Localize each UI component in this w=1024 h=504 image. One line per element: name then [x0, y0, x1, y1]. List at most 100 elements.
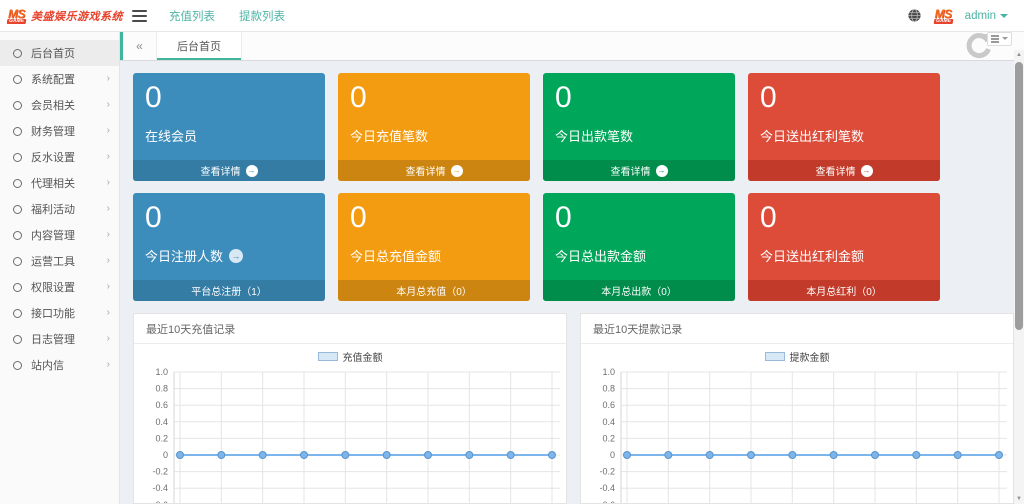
- svg-text:0.8: 0.8: [155, 384, 168, 394]
- chevron-right-icon: ›: [107, 334, 110, 344]
- sidebar-item-label: 内容管理: [31, 227, 75, 243]
- chevron-right-icon: ›: [107, 74, 110, 84]
- user-ms-logo-banner: GAME: [933, 19, 953, 24]
- sidebar-item[interactable]: 反水设置 ›: [0, 144, 119, 170]
- chevron-right-icon: ›: [107, 178, 110, 188]
- top-header: MS GAME 美盛娱乐游戏系统 充值列表 提款列表 MS GAME admin: [0, 0, 1024, 32]
- card-footer-link[interactable]: 查看详情 →: [133, 160, 325, 181]
- svg-text:-0.4: -0.4: [152, 483, 168, 493]
- sidebar-item[interactable]: 财务管理 ›: [0, 118, 119, 144]
- collapse-tabs-icon[interactable]: «: [123, 32, 157, 60]
- card-footer-link[interactable]: 查看详情 →: [338, 160, 530, 181]
- tab-bar: « 后台首页: [120, 32, 1024, 61]
- stat-label: 今日出款笔数: [543, 114, 735, 145]
- sidebar-item[interactable]: 日志管理 ›: [0, 326, 119, 352]
- sidebar-item[interactable]: 权限设置 ›: [0, 274, 119, 300]
- chart-panel: 最近10天提款记录 提款金额 1.00.80.60.40.20-0.2-0.4-…: [580, 313, 1014, 504]
- user-ms-logo-icon: MS GAME: [934, 8, 953, 24]
- svg-text:0.6: 0.6: [155, 400, 168, 410]
- card-footer-text: 查看详情: [611, 163, 651, 178]
- content-area: 0 在线会员 查看详情 → 0 今日充值笔数 查看详情 → 0 今日出款笔数 查…: [120, 61, 1014, 504]
- stat-label-text: 今日总充值金额: [350, 246, 441, 265]
- stat-cards-grid: 0 在线会员 查看详情 → 0 今日充值笔数 查看详情 → 0 今日出款笔数 查…: [133, 73, 1014, 301]
- circle-icon: [13, 49, 22, 58]
- list-icon: [991, 35, 999, 43]
- scroll-up-icon[interactable]: ▲: [1014, 50, 1024, 60]
- sidebar-item[interactable]: 内容管理 ›: [0, 222, 119, 248]
- svg-text:0.6: 0.6: [602, 400, 615, 410]
- charts-row: 最近10天充值记录 充值金额 1.00.80.60.40.20-0.2-0.4-…: [133, 313, 1014, 504]
- caret-down-icon: [1002, 37, 1008, 40]
- legend-label: 提款金额: [790, 349, 830, 364]
- tab-dashboard[interactable]: 后台首页: [157, 32, 242, 60]
- ms-logo-banner: GAME: [7, 19, 27, 24]
- chevron-right-icon: ›: [107, 230, 110, 240]
- circle-icon: [13, 231, 22, 240]
- card-footer-text: 查看详情: [201, 163, 241, 178]
- sidebar-item-label: 日志管理: [31, 331, 75, 347]
- card-footer-text: 平台总注册（1）: [191, 283, 267, 298]
- sidebar-item-label: 系统配置: [31, 71, 75, 87]
- svg-text:-0.6: -0.6: [152, 500, 168, 504]
- sidebar-item[interactable]: 运营工具 ›: [0, 248, 119, 274]
- stat-label-text: 今日送出红利金额: [760, 246, 864, 265]
- sidebar-item[interactable]: 后台首页: [0, 40, 119, 66]
- stat-label: 在线会员: [133, 114, 325, 145]
- recharge-line-chart: 1.00.80.60.40.20-0.2-0.4-0.6: [134, 366, 566, 504]
- card-footer-link[interactable]: 本月总充值（0）: [338, 280, 530, 301]
- circle-arrow-icon: →: [246, 165, 258, 177]
- globe-icon[interactable]: [907, 8, 922, 23]
- chevron-right-icon: ›: [107, 256, 110, 266]
- withdraw-line-chart: 1.00.80.60.40.20-0.2-0.4-0.6: [581, 366, 1013, 504]
- circle-icon: [13, 127, 22, 136]
- card-footer-link[interactable]: 本月总红利（0）: [748, 280, 940, 301]
- sidebar-item-label: 反水设置: [31, 149, 75, 165]
- sidebar-item[interactable]: 站内信 ›: [0, 352, 119, 378]
- svg-text:0.2: 0.2: [155, 433, 168, 443]
- sidebar-item-label: 站内信: [31, 357, 64, 373]
- nav-withdraw-list[interactable]: 提款列表: [239, 8, 285, 24]
- card-footer-link[interactable]: 查看详情 →: [748, 160, 940, 181]
- caret-down-icon: [1000, 14, 1008, 18]
- brand-logo[interactable]: MS GAME 美盛娱乐游戏系统: [0, 8, 120, 24]
- chevron-right-icon: ›: [107, 100, 110, 110]
- svg-text:0.4: 0.4: [602, 417, 615, 427]
- stat-value: 0: [133, 193, 325, 234]
- sidebar-item-label: 会员相关: [31, 97, 75, 113]
- circle-icon: [13, 309, 22, 318]
- circle-icon: [13, 361, 22, 370]
- chart-panel: 最近10天充值记录 充值金额 1.00.80.60.40.20-0.2-0.4-…: [133, 313, 567, 504]
- sidebar-toggle-icon[interactable]: [132, 10, 147, 22]
- chart-legend[interactable]: 充值金额: [134, 344, 566, 366]
- stat-label-text: 在线会员: [145, 126, 197, 145]
- sidebar-item[interactable]: 会员相关 ›: [0, 92, 119, 118]
- stat-value: 0: [338, 193, 530, 234]
- scrollbar-thumb[interactable]: [1015, 62, 1023, 330]
- sidebar-item[interactable]: 接口功能 ›: [0, 300, 119, 326]
- circle-arrow-icon[interactable]: →: [229, 249, 243, 263]
- nav-recharge-list[interactable]: 充值列表: [169, 8, 215, 24]
- sidebar-item-label: 财务管理: [31, 123, 75, 139]
- legend-swatch-icon: [765, 352, 785, 361]
- user-menu[interactable]: admin: [965, 10, 1008, 22]
- sidebar-item[interactable]: 福利活动 ›: [0, 196, 119, 222]
- scroll-down-icon[interactable]: ▼: [1014, 494, 1024, 504]
- chevron-right-icon: ›: [107, 282, 110, 292]
- card-footer-link[interactable]: 平台总注册（1）: [133, 280, 325, 301]
- sidebar-item[interactable]: 系统配置 ›: [0, 66, 119, 92]
- card-footer-link[interactable]: 本月总出款（0）: [543, 280, 735, 301]
- card-footer-link[interactable]: 查看详情 →: [543, 160, 735, 181]
- tab-list-dropdown[interactable]: [987, 32, 1012, 46]
- sidebar-item[interactable]: 代理相关 ›: [0, 170, 119, 196]
- stat-card-2: 0 今日出款笔数 查看详情 →: [543, 73, 735, 181]
- stat-card-5: 0 今日总充值金额 本月总充值（0）: [338, 193, 530, 301]
- stat-card-0: 0 在线会员 查看详情 →: [133, 73, 325, 181]
- stat-card-3: 0 今日送出红利笔数 查看详情 →: [748, 73, 940, 181]
- vertical-scrollbar[interactable]: ▲ ▼: [1014, 50, 1024, 504]
- username: admin: [965, 10, 996, 22]
- circle-icon: [13, 179, 22, 188]
- chart-legend[interactable]: 提款金额: [581, 344, 1013, 366]
- circle-arrow-icon: →: [451, 165, 463, 177]
- circle-icon: [13, 335, 22, 344]
- svg-text:1.0: 1.0: [155, 367, 168, 377]
